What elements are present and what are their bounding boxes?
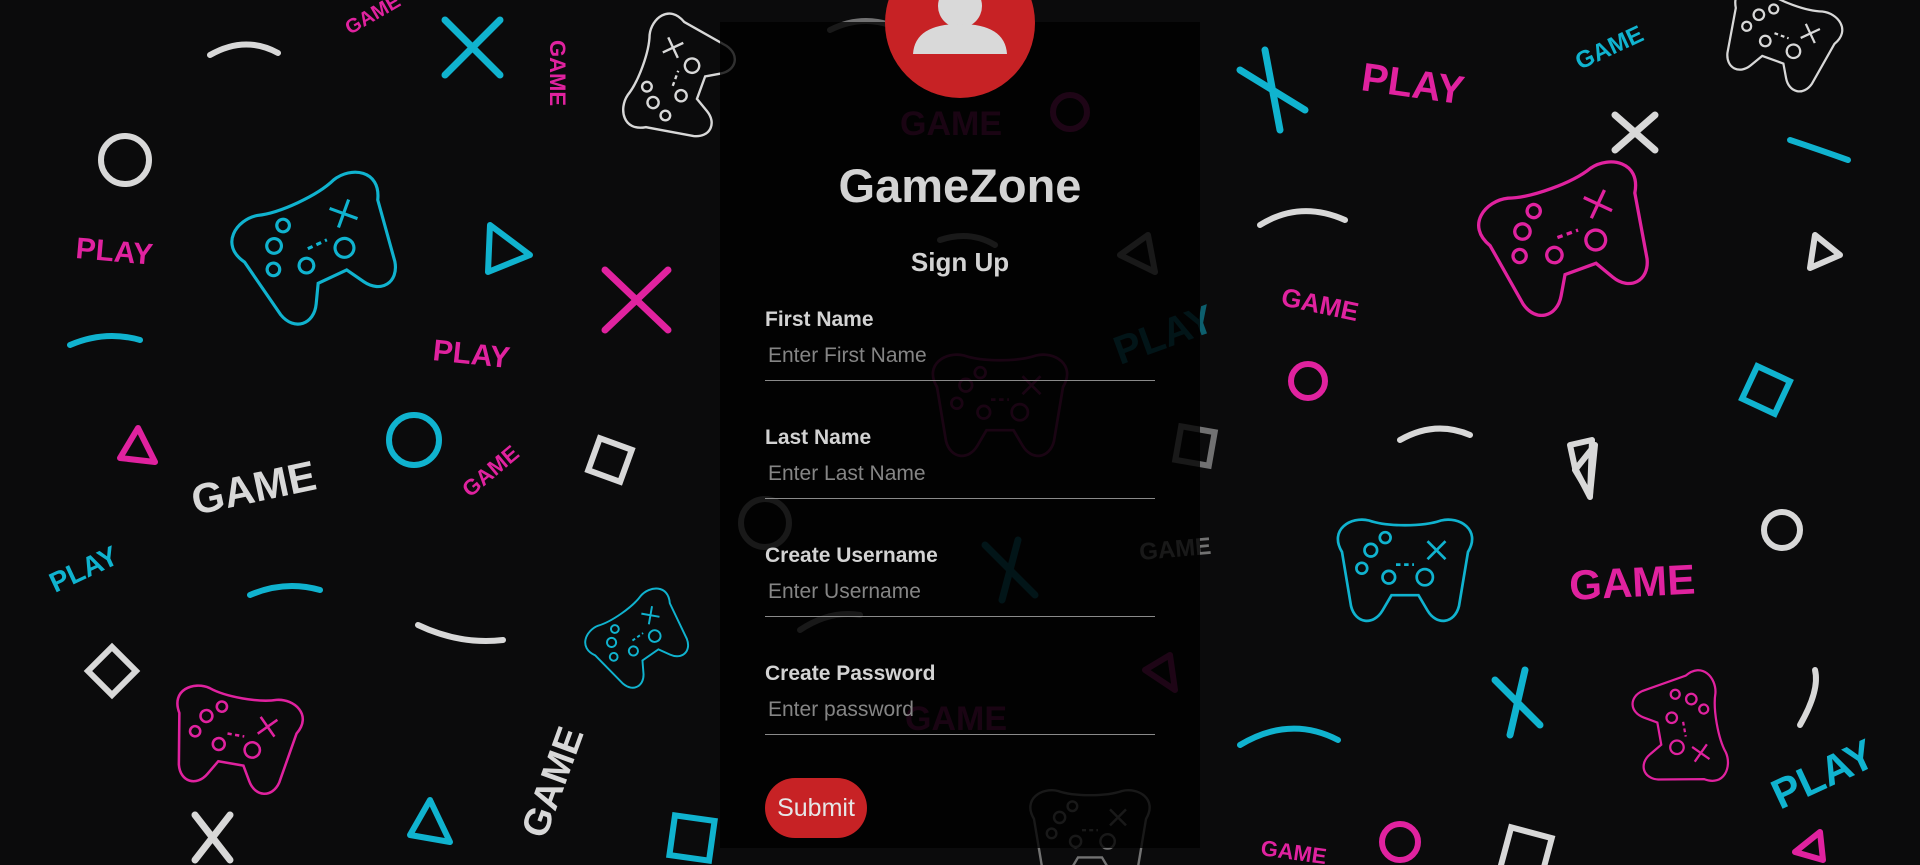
gamepad-icon (222, 162, 418, 339)
pattern-word: GAME (1259, 835, 1328, 865)
gamepad-icon (1470, 152, 1670, 329)
gamepad-icon (578, 581, 702, 699)
pattern-word: GAME (514, 722, 592, 843)
circle-shape (98, 133, 152, 187)
cross-shape (1491, 666, 1544, 739)
first-name-label: First Name (765, 308, 874, 331)
triangle-shape (407, 797, 453, 845)
avatar (885, 0, 1035, 98)
cross-shape (441, 16, 504, 79)
pattern-word: GAME (1568, 555, 1696, 609)
square-shape (666, 812, 718, 864)
pattern-word: GAME (1279, 282, 1362, 328)
submit-button[interactable]: Submit (765, 778, 867, 838)
username-input[interactable] (765, 578, 1155, 617)
pattern-word: GAME (187, 452, 320, 524)
username-field: Create Username (765, 544, 1155, 617)
triangle-shape (117, 425, 158, 465)
triangle-shape (485, 222, 533, 275)
pattern-word: GAME (342, 0, 405, 39)
squiggle-shape (1397, 425, 1473, 443)
user-avatar-icon (913, 0, 1007, 54)
square-shape (1496, 823, 1556, 865)
form-title: Sign Up (910, 247, 1010, 277)
circle-shape (1288, 361, 1328, 401)
pattern-word: PLAY (44, 540, 123, 599)
gamepad-icon (162, 680, 307, 800)
triangle-shape (1792, 829, 1826, 863)
gamepad-icon (1711, 0, 1849, 101)
gamepad-icon (1336, 518, 1474, 623)
cross-shape (191, 811, 234, 864)
circle-shape (1379, 821, 1421, 863)
password-label: Create Password (765, 662, 936, 685)
pattern-word: GAME (457, 440, 524, 502)
pattern-word: PLAY (431, 334, 511, 375)
squiggle-shape (1787, 137, 1851, 163)
last-name-label: Last Name (765, 426, 872, 449)
first-name-field: First Name (765, 308, 1155, 381)
circle-shape (386, 412, 442, 468)
pattern-word: PLAY (74, 232, 154, 272)
pattern-word: PLAY (1359, 55, 1467, 113)
cross-shape (1236, 46, 1309, 134)
username-label: Create Username (765, 544, 938, 567)
app-title: GameZone (838, 159, 1082, 212)
last-name-field: Last Name (765, 426, 1155, 499)
circle-shape (1761, 509, 1803, 551)
gamepad-icon (1627, 666, 1733, 794)
squiggle-shape (67, 333, 143, 348)
pattern-word: GAME (1571, 21, 1648, 76)
last-name-input[interactable] (765, 460, 1155, 499)
cross-shape (1611, 111, 1659, 154)
square-shape (584, 434, 636, 486)
password-field: Create Password (765, 662, 1155, 735)
squiggle-shape (1237, 725, 1341, 748)
triangle-shape (1807, 232, 1843, 271)
pattern-word: GAME (545, 40, 570, 106)
squiggle-shape (1797, 667, 1819, 728)
squiggle-shape (1257, 208, 1348, 228)
triangle-shape (1567, 437, 1595, 500)
squiggle-shape (247, 583, 323, 598)
pattern-word: PLAY (1764, 730, 1882, 818)
first-name-input[interactable] (765, 342, 1155, 381)
square-shape (1738, 362, 1794, 418)
squiggle-shape (207, 41, 281, 58)
password-input[interactable] (765, 696, 1155, 735)
square-shape (83, 642, 141, 700)
squiggle-shape (415, 622, 506, 644)
cross-shape (601, 266, 672, 334)
